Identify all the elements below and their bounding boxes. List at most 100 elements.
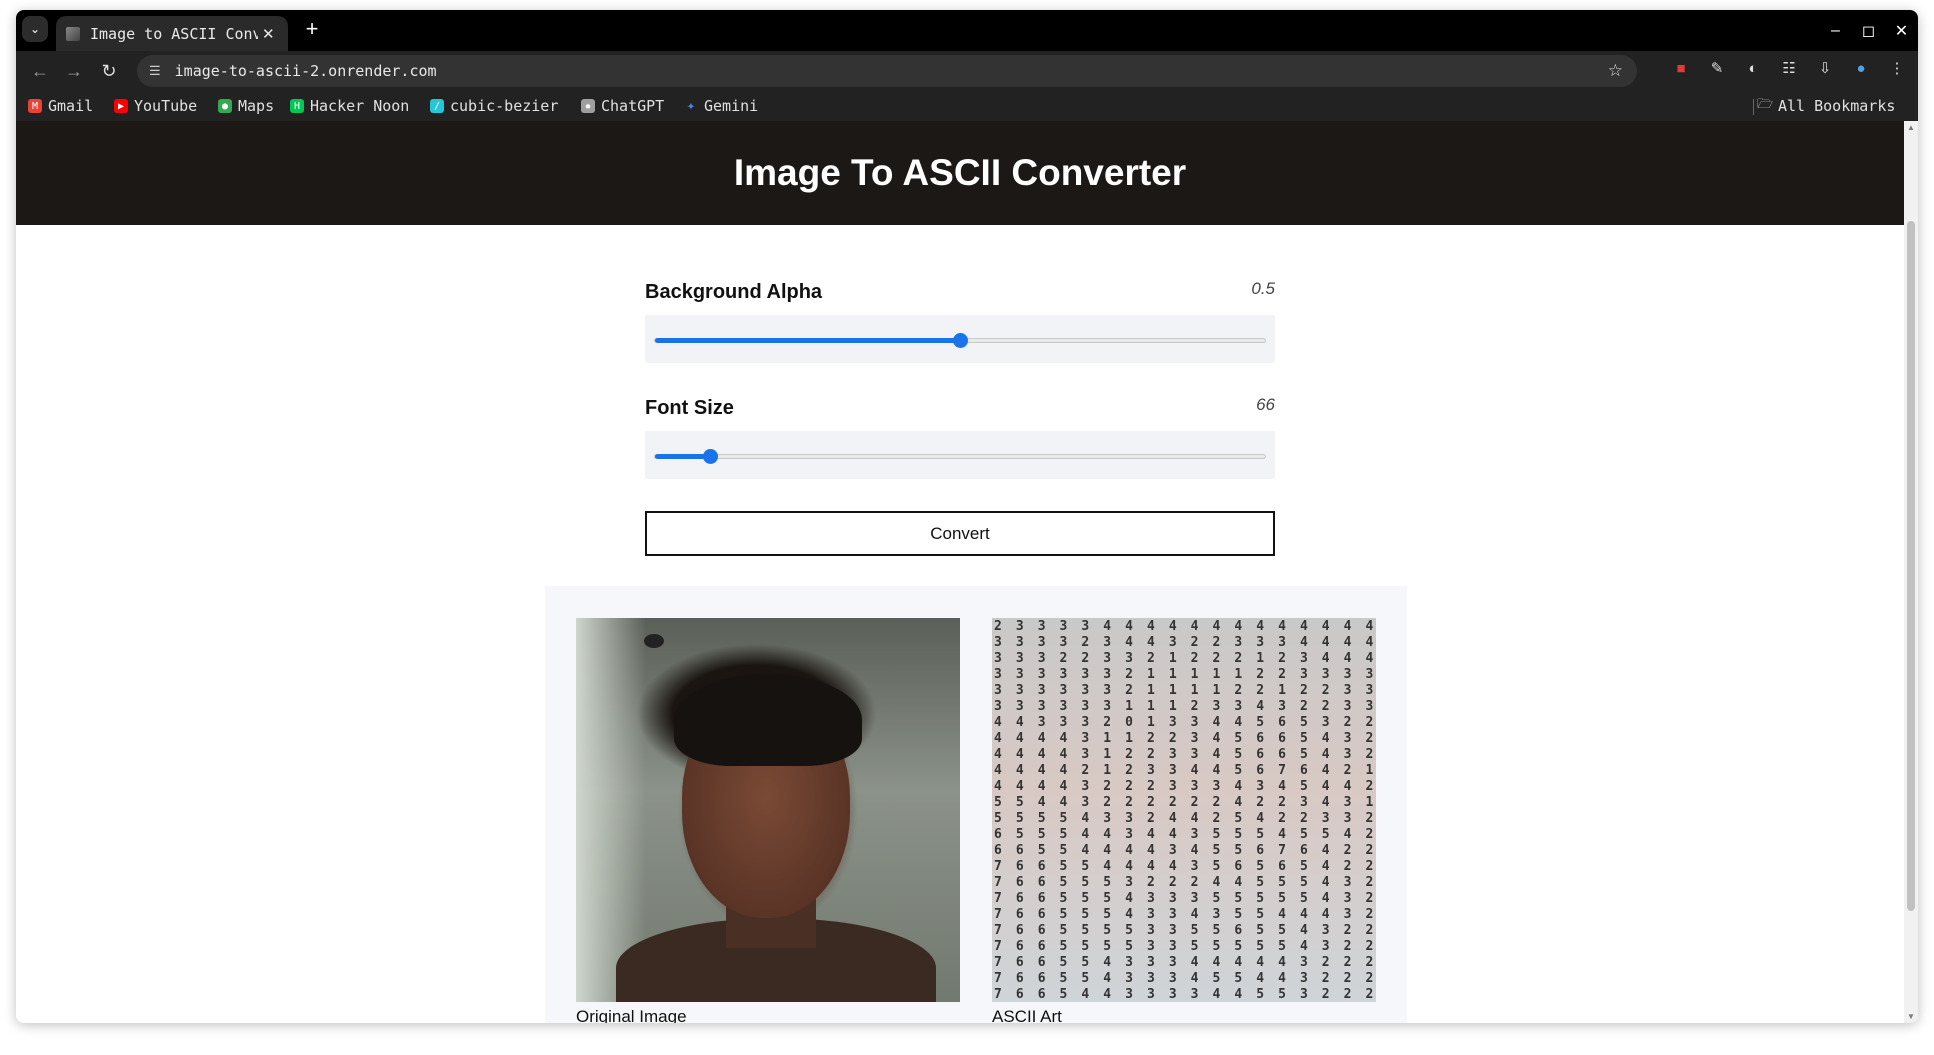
ascii-line: 4 4 3 3 3 2 0 1 3 3 4 4 5 6 5 3 2 2 3 3 … bbox=[994, 715, 1376, 730]
tab-search-icon[interactable]: ⌄ bbox=[22, 16, 48, 42]
ascii-line: 7 6 6 5 5 5 4 3 3 3 5 5 5 5 5 4 3 2 2 1 … bbox=[994, 891, 1376, 906]
maps-icon: ● bbox=[218, 99, 232, 113]
original-image-caption: Original Image bbox=[576, 1007, 687, 1023]
ascii-line: 5 5 5 5 4 3 3 2 4 4 2 5 4 2 2 3 3 2 1 1 … bbox=[994, 811, 1376, 826]
bookmark-label: Maps bbox=[238, 97, 275, 115]
font-size-slider-container bbox=[645, 431, 1275, 479]
all-bookmarks-button[interactable]: 🗁 All Bookmarks bbox=[1756, 96, 1895, 116]
page-viewport: Image To ASCII Converter Background Alph… bbox=[16, 121, 1904, 1023]
bookmark-star-icon[interactable]: ☆ bbox=[1608, 61, 1623, 81]
gemini-icon: ✦ bbox=[686, 98, 696, 114]
ascii-art-caption: ASCII Art bbox=[992, 1007, 1062, 1023]
ascii-line: 4 4 4 4 3 1 2 2 3 3 4 5 6 6 5 4 3 2 1 2 … bbox=[994, 747, 1376, 762]
bookmark-label: ChatGPT bbox=[601, 97, 665, 115]
window-controls: – ◻ ✕ bbox=[1819, 10, 1918, 51]
minimize-icon[interactable]: – bbox=[1819, 22, 1852, 40]
ascii-line: 3 3 3 3 3 3 1 1 1 2 3 3 4 3 2 2 3 3 3 3 … bbox=[994, 699, 1376, 714]
bookmark-gemini[interactable]: ✦ Gemini bbox=[684, 96, 758, 116]
back-icon[interactable]: ← bbox=[26, 57, 54, 85]
title-bar: ⌄ Image to ASCII Converter ✕ + – ◻ ✕ bbox=[16, 10, 1918, 51]
ascii-line: 6 6 5 5 4 4 4 4 3 4 5 5 6 7 6 4 2 2 1 1 … bbox=[994, 843, 1376, 858]
folder-icon: 🗁 bbox=[1756, 97, 1774, 112]
address-bar[interactable]: ☰ image-to-ascii-2.onrender.com ☆ bbox=[137, 55, 1637, 87]
ascii-line: 5 5 4 4 3 2 2 2 2 2 2 4 2 2 3 4 3 1 1 1 … bbox=[994, 795, 1376, 810]
chatgpt-icon: ✹ bbox=[581, 99, 595, 113]
bookmark-youtube[interactable]: ▶ YouTube bbox=[114, 96, 197, 116]
tab-favicon-icon bbox=[66, 26, 80, 41]
ascii-line: 7 6 6 5 5 4 4 4 4 3 5 6 5 6 5 4 2 2 1 1 … bbox=[994, 859, 1376, 874]
background-alpha-slider[interactable] bbox=[654, 333, 1266, 348]
url-text: image-to-ascii-2.onrender.com bbox=[174, 62, 437, 80]
active-tab[interactable]: Image to ASCII Converter ✕ bbox=[56, 16, 288, 51]
site-info-icon[interactable]: ☰ bbox=[149, 63, 161, 79]
close-window-icon[interactable]: ✕ bbox=[1885, 21, 1918, 41]
ascii-line: 4 4 4 4 2 1 2 3 3 4 4 5 6 7 6 4 2 1 1 2 … bbox=[994, 763, 1376, 778]
scrollbar-thumb[interactable] bbox=[1907, 221, 1915, 911]
font-size-value: 66 bbox=[1256, 395, 1275, 414]
ascii-line: 7 6 6 5 5 4 3 3 3 4 4 4 4 4 3 2 2 2 1 1 … bbox=[994, 955, 1376, 970]
slider-thumb[interactable] bbox=[702, 449, 718, 464]
ascii-line: 7 6 6 5 5 5 4 3 3 4 3 5 5 4 4 4 3 2 2 1 … bbox=[994, 907, 1376, 922]
tab-title: Image to ASCII Converter bbox=[90, 24, 258, 43]
bookmark-label: Gmail bbox=[48, 97, 94, 115]
close-tab-icon[interactable]: ✕ bbox=[262, 25, 275, 43]
cubic-bezier-icon: / bbox=[430, 99, 444, 113]
menu-icon[interactable]: ⋮ bbox=[1886, 57, 1908, 79]
extensions-area: ■ ✎ ◐ ☷ ⇩ ● ⋮ bbox=[1670, 57, 1908, 79]
ascii-line: 2 3 3 3 3 4 4 4 4 4 4 4 4 4 4 4 4 4 4 4 … bbox=[994, 619, 1376, 634]
slider-fill bbox=[655, 454, 710, 459]
bookmark-gmail[interactable]: M Gmail bbox=[28, 96, 93, 116]
site-header: Image To ASCII Converter bbox=[16, 121, 1904, 225]
bookmarks-divider bbox=[1753, 99, 1754, 115]
bookmark-label: Hacker Noon bbox=[310, 97, 410, 115]
bookmark-label: cubic-bezier bbox=[450, 97, 559, 115]
dark-mode-icon[interactable]: ◐ bbox=[1742, 57, 1764, 79]
reload-icon[interactable]: ↻ bbox=[95, 57, 123, 85]
browser-toolbar: ← → ↻ ☰ image-to-ascii-2.onrender.com ☆ … bbox=[16, 51, 1918, 91]
background-alpha-value: 0.5 bbox=[1251, 279, 1275, 298]
original-image bbox=[576, 618, 960, 1002]
hacker-noon-icon: H bbox=[290, 99, 304, 113]
page-scrollbar[interactable]: ▲ ▼ bbox=[1904, 121, 1918, 1023]
ascii-line: 7 6 6 5 5 5 5 3 3 5 5 6 5 5 4 3 2 2 1 1 … bbox=[994, 923, 1376, 938]
browser-window: ⌄ Image to ASCII Converter ✕ + – ◻ ✕ ← →… bbox=[16, 10, 1918, 1023]
eyedropper-icon[interactable]: ✎ bbox=[1706, 57, 1728, 79]
scroll-up-icon[interactable]: ▲ bbox=[1906, 123, 1916, 132]
youtube-icon: ▶ bbox=[114, 99, 128, 113]
page-title: Image To ASCII Converter bbox=[733, 152, 1187, 193]
ascii-line: 4 4 4 4 3 2 2 2 3 3 3 4 3 4 5 4 4 2 1 1 … bbox=[994, 779, 1376, 794]
bookmark-cubic-bezier[interactable]: / cubic-bezier bbox=[430, 96, 558, 116]
ascii-line: 6 5 5 5 4 4 3 4 4 3 5 5 5 4 5 5 4 2 1 1 … bbox=[994, 827, 1376, 842]
bookmark-label: Gemini bbox=[704, 97, 759, 115]
profile-avatar-icon[interactable]: ● bbox=[1850, 57, 1872, 79]
extensions-icon[interactable]: ☷ bbox=[1778, 57, 1800, 79]
new-tab-icon[interactable]: + bbox=[299, 16, 325, 42]
gmail-icon: M bbox=[28, 99, 42, 113]
ascii-line: 3 3 3 3 2 3 4 4 3 2 2 3 3 3 4 4 4 4 3 3 … bbox=[994, 635, 1376, 650]
ascii-line: 4 4 4 4 3 1 1 2 2 3 4 5 6 6 5 4 3 2 2 2 … bbox=[994, 731, 1376, 746]
bookmark-chatgpt[interactable]: ✹ ChatGPT bbox=[581, 96, 664, 116]
download-icon[interactable]: ⇩ bbox=[1814, 57, 1836, 79]
slider-fill bbox=[655, 338, 960, 343]
ascii-line: 7 6 6 5 5 4 3 3 3 4 5 5 4 4 3 2 2 2 1 1 … bbox=[994, 971, 1376, 986]
maximize-icon[interactable]: ◻ bbox=[1852, 21, 1885, 41]
scroll-down-icon[interactable]: ▼ bbox=[1906, 1012, 1916, 1021]
font-size-label: Font Size bbox=[645, 397, 734, 419]
ascii-art-image: 2 3 3 3 3 4 4 4 4 4 4 4 4 4 4 4 4 4 4 4 … bbox=[992, 618, 1376, 1002]
bookmark-hacker-noon[interactable]: H Hacker Noon bbox=[290, 96, 409, 116]
ascii-line: 3 3 3 3 3 3 2 1 1 1 1 1 2 2 3 3 3 3 3 3 … bbox=[994, 667, 1376, 682]
font-size-slider[interactable] bbox=[654, 449, 1266, 464]
ascii-line: 3 3 3 3 3 3 2 1 1 1 1 2 2 1 2 2 3 3 3 3 … bbox=[994, 683, 1376, 698]
results-gallery: Original Image 2 3 3 3 3 4 4 4 4 4 4 4 4… bbox=[545, 586, 1407, 1023]
ublock-icon[interactable]: ■ bbox=[1670, 57, 1692, 79]
ascii-line: 7 6 6 5 4 4 3 3 3 3 4 4 5 5 3 2 2 2 1 1 … bbox=[994, 987, 1376, 1002]
ascii-line: 7 6 6 5 5 5 5 3 3 5 5 5 5 5 4 3 2 2 1 1 … bbox=[994, 939, 1376, 954]
photo-camera bbox=[644, 634, 664, 648]
bookmark-maps[interactable]: ● Maps bbox=[218, 96, 274, 116]
photo-hair bbox=[674, 674, 862, 766]
ascii-line: 7 6 6 5 5 5 3 2 2 2 4 4 5 5 5 4 3 2 2 1 … bbox=[994, 875, 1376, 890]
convert-button[interactable]: Convert bbox=[645, 511, 1275, 556]
forward-icon[interactable]: → bbox=[60, 57, 88, 85]
ascii-line: 3 3 3 2 2 3 3 2 1 2 2 2 1 2 3 4 4 4 3 3 … bbox=[994, 651, 1376, 666]
slider-thumb[interactable] bbox=[953, 333, 968, 348]
